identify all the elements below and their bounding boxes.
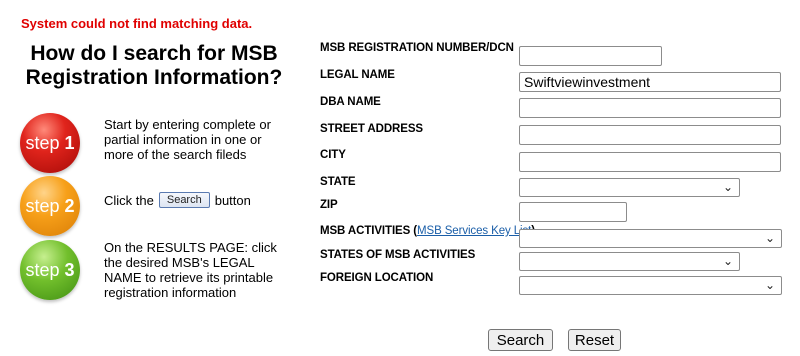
msb-services-key-list-link[interactable]: MSB Services Key List — [417, 225, 531, 237]
example-search-button: Search — [158, 192, 210, 208]
zip-label: ZIP — [320, 199, 338, 211]
step-2-text-after: button — [214, 192, 251, 208]
step-3-word: step — [25, 259, 60, 280]
foreign-location-label: FOREIGN LOCATION — [320, 272, 434, 284]
error-message: System could not find matching data. — [21, 16, 253, 31]
street-address-input[interactable] — [519, 125, 781, 145]
msb-activities-label-text: MSB ACTIVITIES ( — [320, 225, 418, 237]
step-2-icon: step 2 — [20, 176, 80, 236]
chevron-down-icon: ⌄ — [722, 180, 733, 194]
states-of-activities-select[interactable]: ⌄ — [519, 252, 740, 271]
step-1-text: Start by entering complete or partial in… — [104, 117, 271, 162]
step-1-icon: step 1 — [20, 113, 80, 173]
reg-number-label: MSB REGISTRATION NUMBER/DCN — [320, 42, 514, 54]
city-label: CITY — [320, 149, 346, 161]
state-label: STATE — [320, 176, 356, 188]
street-address-label: STREET ADDRESS — [320, 123, 423, 135]
step-1-word: step — [25, 132, 60, 153]
help-title: How do I search for MSB Registration Inf… — [25, 42, 283, 89]
step-2-text: Click the Search button — [104, 192, 294, 208]
dba-name-input[interactable] — [519, 98, 781, 118]
states-of-activities-label: STATES OF MSB ACTIVITIES — [320, 249, 476, 261]
state-select[interactable]: ⌄ — [519, 178, 740, 197]
foreign-location-select[interactable]: ⌄ — [519, 276, 782, 295]
chevron-down-icon: ⌄ — [722, 254, 733, 268]
dba-name-label: DBA NAME — [320, 96, 381, 108]
step-2-number: 2 — [64, 195, 75, 216]
city-input[interactable] — [519, 152, 781, 172]
step-2-word: step — [25, 195, 60, 216]
reg-number-input[interactable] — [519, 46, 662, 66]
chevron-down-icon: ⌄ — [764, 278, 775, 292]
chevron-down-icon: ⌄ — [764, 231, 775, 245]
step-3-text: On the RESULTS PAGE: click the desired M… — [104, 240, 277, 300]
step-2-text-before: Click the — [104, 192, 154, 208]
zip-input[interactable] — [519, 202, 627, 222]
step-3-number: 3 — [64, 259, 75, 280]
step-3-icon: step 3 — [20, 240, 80, 300]
legal-name-label: LEGAL NAME — [320, 69, 395, 81]
search-button[interactable]: Search — [488, 329, 553, 351]
legal-name-input[interactable] — [519, 72, 781, 92]
reset-button[interactable]: Reset — [568, 329, 621, 351]
msb-activities-label: MSB ACTIVITIES (MSB Services Key List) — [320, 225, 535, 237]
msb-activities-select[interactable]: ⌄ — [519, 229, 782, 248]
step-1-number: 1 — [64, 132, 75, 153]
